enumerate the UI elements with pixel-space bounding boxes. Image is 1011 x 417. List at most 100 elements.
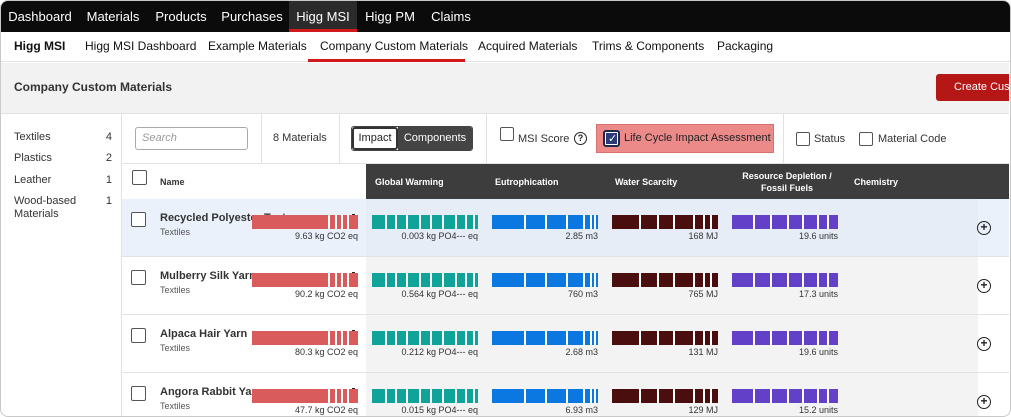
impact-bar	[732, 215, 838, 229]
top-nav-higg-pm[interactable]: Higg PM	[361, 1, 419, 32]
bar-segment-divider	[583, 273, 585, 287]
bar-segment-divider	[442, 389, 444, 403]
page-header: Company Custom Materials Create Custom M…	[1, 63, 1010, 114]
top-nav-products[interactable]: Products	[151, 1, 211, 32]
sub-nav-company-custom-materials[interactable]: Company Custom Materials	[320, 32, 468, 61]
bar-segment-divider	[473, 389, 475, 403]
add-circle-icon[interactable]: +	[977, 221, 991, 235]
bar-segment-divider	[430, 215, 432, 229]
bar-segment-divider	[395, 273, 397, 287]
bar-segment-divider	[419, 273, 421, 287]
status-checkbox[interactable]	[796, 132, 810, 146]
bar-segment-divider	[770, 273, 772, 287]
bar-segment-divider	[455, 331, 457, 345]
bar-segment-divider	[545, 331, 547, 345]
bar-segment-divider	[817, 215, 819, 229]
bar-segment-divider	[347, 389, 349, 403]
top-nav-dashboard[interactable]: Dashboard	[5, 1, 75, 32]
bar-segment-divider	[657, 389, 659, 403]
material-name[interactable]: Alpaca Hair Yarn	[160, 328, 247, 340]
toggle-components[interactable]: Components	[398, 127, 472, 150]
resource-depletion-header[interactable]: Resource Depletion / Fossil Fuels	[733, 164, 841, 199]
bar-segment-divider	[465, 331, 467, 345]
bar-segment-divider	[473, 331, 475, 345]
impact-value: 2.85 m3	[565, 231, 598, 241]
bar-segment-divider	[753, 215, 755, 229]
lca-filter[interactable]: ✓ Life Cycle Impact Assessment	[596, 124, 774, 153]
bar-segment-divider	[657, 273, 659, 287]
sub-nav-higg-msi[interactable]: Higg MSI	[14, 32, 65, 61]
impact-value: 17.3 units	[798, 289, 838, 299]
bar-segment-divider	[545, 273, 547, 287]
bar-segment-divider	[341, 273, 343, 287]
search-input[interactable]: Search	[135, 127, 248, 150]
bar-segment-divider	[753, 389, 755, 403]
bar-segment-divider	[473, 273, 475, 287]
divider	[339, 114, 340, 164]
bar-segment-divider	[693, 331, 695, 345]
create-custom-material-button[interactable]: Create Custom Material	[936, 74, 1010, 101]
table-row[interactable]: Angora Rabbit Yarn Textiles 47.7 kg CO2 eq…	[122, 373, 1010, 416]
bar-segment-divider	[406, 215, 408, 229]
category-label: Plastics	[14, 152, 52, 164]
bar-segment-divider	[594, 273, 596, 287]
impact-value: 760 m3	[567, 289, 598, 299]
sub-nav-higg-msi-dashboard[interactable]: Higg MSI Dashboard	[85, 32, 196, 61]
impact-bar	[492, 389, 598, 403]
filter-bar: Search 8 Materials Impact Components MSI…	[122, 114, 1010, 164]
add-circle-icon[interactable]: +	[977, 395, 991, 409]
eutrophication-header[interactable]: Eutrophication	[495, 164, 605, 199]
help-icon[interactable]: ?	[574, 132, 587, 145]
bar-segment-divider	[817, 273, 819, 287]
impact-bar	[252, 331, 358, 345]
sub-nav-example-materials[interactable]: Example Materials	[208, 32, 307, 61]
global-warming-header[interactable]: Global Warming	[375, 164, 485, 199]
sub-nav-acquired-materials[interactable]: Acquired Materials	[478, 32, 577, 61]
bar-segment-divider	[802, 331, 804, 345]
select-all-checkbox[interactable]	[132, 170, 147, 185]
table-row[interactable]: Recycled Polyester Test Textiles 9.63 kg C…	[122, 199, 1010, 257]
row-checkbox[interactable]	[131, 212, 146, 227]
top-nav-claims[interactable]: Claims	[425, 1, 477, 32]
material-name[interactable]: Mulberry Silk Yarn	[160, 270, 256, 282]
bar-segment-divider	[347, 331, 349, 345]
impact-bar	[492, 331, 598, 345]
impact-value: 0.003 kg PO4--- eq	[401, 231, 478, 241]
top-nav-purchases[interactable]: Purchases	[219, 1, 285, 32]
row-checkbox[interactable]	[131, 328, 146, 343]
bar-segment-divider	[594, 331, 596, 345]
impact-value: 0.212 kg PO4--- eq	[401, 347, 478, 357]
bar-segment-divider	[395, 389, 397, 403]
row-checkbox[interactable]	[131, 270, 146, 285]
msi-score-checkbox[interactable]	[500, 127, 514, 141]
toggle-impact[interactable]: Impact	[352, 127, 398, 150]
bar-segment-divider	[639, 389, 641, 403]
bar-segment-divider	[657, 215, 659, 229]
table-row[interactable]: Alpaca Hair Yarn Textiles 80.3 kg CO2 eq 0.…	[122, 315, 1010, 373]
material-code-checkbox[interactable]	[859, 132, 873, 146]
table-row[interactable]: Mulberry Silk Yarn Textiles 90.2 kg CO2 eq…	[122, 257, 1010, 315]
chemistry-header[interactable]: Chemistry	[854, 164, 964, 199]
sub-nav-packaging[interactable]: Packaging	[717, 32, 773, 61]
name-column-header[interactable]: Name	[160, 177, 185, 187]
impact-value: 9.63 kg CO2 eq	[294, 231, 358, 241]
bar-segment-divider	[419, 215, 421, 229]
sub-nav-trims-components[interactable]: Trims & Components	[592, 32, 704, 61]
bar-segment-divider	[395, 215, 397, 229]
add-circle-icon[interactable]: +	[977, 279, 991, 293]
materials-count: 8 Materials	[273, 132, 327, 144]
lca-checkbox[interactable]: ✓	[603, 130, 620, 147]
add-circle-icon[interactable]: +	[977, 337, 991, 351]
top-nav-higg-msi[interactable]: Higg MSI	[289, 1, 357, 32]
material-name[interactable]: Angora Rabbit Yarn	[160, 386, 262, 398]
bar-segment-divider	[590, 331, 592, 345]
material-category: Textiles	[160, 285, 191, 295]
bar-segment-divider	[430, 331, 432, 345]
impact-value: 15.2 units	[798, 405, 838, 415]
water-scarcity-header[interactable]: Water Scarcity	[615, 164, 725, 199]
category-count: 1	[105, 174, 112, 186]
bar-segment-divider	[566, 389, 568, 403]
material-category: Textiles	[160, 227, 191, 237]
top-nav-materials[interactable]: Materials	[83, 1, 143, 32]
row-checkbox[interactable]	[131, 386, 146, 401]
